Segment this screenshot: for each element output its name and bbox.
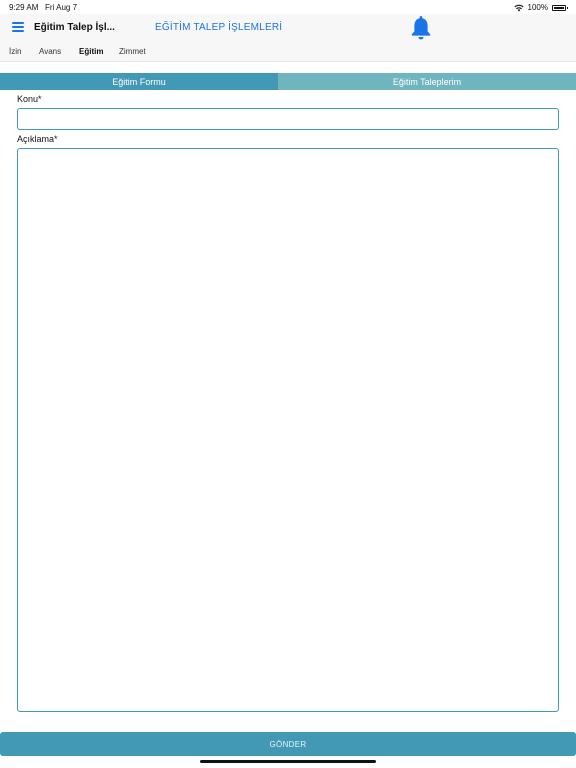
battery-icon (552, 4, 568, 11)
subject-input[interactable] (17, 108, 559, 130)
subject-label: Konu* (17, 94, 42, 104)
submit-button[interactable]: GÖNDER (0, 732, 576, 756)
status-time-date: 9:29 AM Fri Aug 7 (9, 3, 77, 12)
bell-icon[interactable] (409, 14, 433, 42)
description-label: Açıklama* (17, 134, 58, 144)
tab-egitim[interactable]: Eğitim (79, 47, 103, 56)
wifi-icon (513, 4, 524, 11)
status-time: 9:29 AM (9, 3, 39, 12)
nav-title: Eğitim Talep İşl... (34, 22, 115, 33)
hamburger-menu-icon[interactable] (12, 22, 24, 32)
category-tabs: İzin Avans Eğitim Zimmet (0, 42, 576, 62)
description-textarea[interactable] (17, 148, 559, 712)
home-indicator (200, 760, 376, 763)
segment-egitim-taleplerim[interactable]: Eğitim Taleplerim (278, 73, 576, 90)
segmented-control: Eğitim Formu Eğitim Taleplerim (0, 73, 576, 90)
status-date: Fri Aug 7 (45, 3, 78, 12)
page-heading: EĞİTİM TALEP İŞLEMLERİ (155, 22, 283, 33)
battery-percent: 100% (527, 3, 548, 12)
status-indicators: 100% (513, 3, 568, 12)
segment-egitim-formu[interactable]: Eğitim Formu (0, 73, 278, 90)
tab-avans[interactable]: Avans (39, 47, 61, 56)
tab-izin[interactable]: İzin (9, 47, 21, 56)
nav-bar: Eğitim Talep İşl... EĞİTİM TALEP İŞLEMLE… (0, 14, 576, 42)
status-bar: 9:29 AM Fri Aug 7 100% (0, 0, 576, 14)
tab-zimmet[interactable]: Zimmet (119, 47, 146, 56)
